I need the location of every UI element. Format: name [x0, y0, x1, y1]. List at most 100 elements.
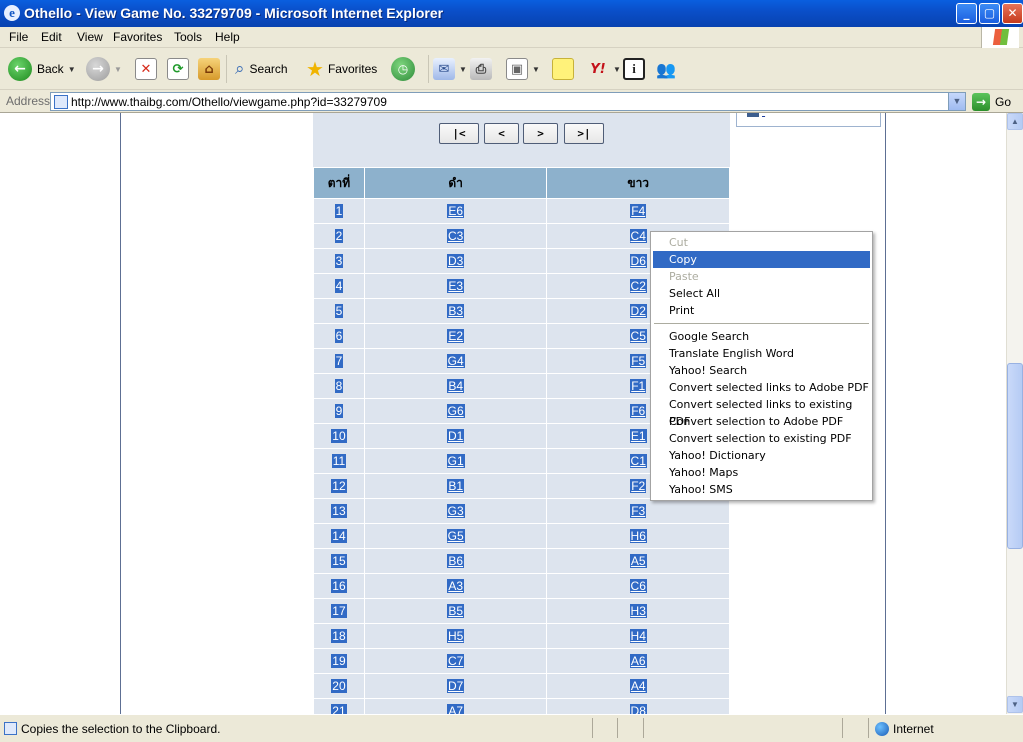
white-move-link[interactable]: A5 [629, 554, 647, 568]
last-move-button[interactable]: >| [564, 123, 604, 144]
ctx-links-existing-pdf[interactable]: Convert selected links to existing PDF [653, 396, 870, 428]
black-move-link[interactable]: G6 [446, 404, 465, 418]
black-move-link[interactable]: E3 [447, 279, 464, 293]
ctx-yahoo-sms[interactable]: Yahoo! SMS [653, 481, 870, 498]
ctx-links-adobe-pdf[interactable]: Convert selected links to Adobe PDF [653, 379, 870, 396]
menu-file[interactable]: File [9, 30, 28, 44]
scroll-thumb[interactable] [1007, 363, 1023, 549]
favorites-button[interactable]: ★ Favorites [306, 55, 377, 83]
next-move-button[interactable]: > [523, 123, 558, 144]
chevron-down-icon[interactable]: ▼ [948, 93, 965, 110]
white-move-link[interactable]: F1 [630, 379, 647, 393]
black-move-link[interactable]: A7 [447, 704, 464, 714]
scroll-down-button[interactable]: ▼ [1007, 696, 1023, 713]
info-button[interactable]: i [623, 55, 645, 83]
ctx-yahoo-maps[interactable]: Yahoo! Maps [653, 464, 870, 481]
white-move-link[interactable]: C4 [629, 229, 647, 243]
address-input[interactable]: http://www.thaibg.com/Othello/viewgame.p… [50, 92, 966, 111]
minimize-button[interactable]: _ [956, 3, 977, 24]
black-move-link[interactable]: E2 [447, 329, 464, 343]
white-move-link[interactable]: D6 [629, 254, 647, 268]
black-move-link[interactable]: B4 [447, 379, 464, 393]
black-move-link[interactable]: C3 [446, 229, 465, 243]
ctx-select-all[interactable]: Select All [653, 285, 870, 302]
notes-button[interactable] [552, 55, 574, 83]
black-move-link[interactable]: B6 [447, 554, 464, 568]
black-move-link[interactable]: A3 [447, 579, 464, 593]
back-button[interactable]: ← Back ▼ [8, 55, 76, 83]
black-move-link[interactable]: C7 [446, 654, 465, 668]
ctx-selection-adobe-pdf[interactable]: Convert selection to Adobe PDF [653, 413, 870, 430]
black-move-link[interactable]: G3 [446, 504, 465, 518]
ctx-google-search[interactable]: Google Search [653, 328, 870, 345]
edit-button[interactable]: ▣ ▼ [506, 55, 540, 83]
white-move-link[interactable]: A6 [629, 654, 647, 668]
maximize-button[interactable]: ▢ [979, 3, 1000, 24]
white-move-link[interactable]: H4 [629, 629, 647, 643]
go-button[interactable]: → Go [972, 92, 1011, 111]
white-move-link[interactable]: E1 [629, 429, 647, 443]
black-move-link[interactable]: D7 [446, 679, 465, 693]
white-move-link[interactable]: F6 [630, 404, 647, 418]
ctx-cut[interactable]: Cut [653, 234, 870, 251]
ctx-print[interactable]: Print [653, 302, 870, 319]
stop-button[interactable]: ✕ [135, 55, 157, 83]
ctx-paste[interactable]: Paste [653, 268, 870, 285]
address-url[interactable]: http://www.thaibg.com/Othello/viewgame.p… [71, 95, 387, 109]
print-button[interactable]: ⎙ [470, 55, 492, 83]
black-move-link[interactable]: B1 [447, 479, 464, 493]
ctx-copy[interactable]: Copy [653, 251, 870, 268]
white-move-link[interactable]: C2 [629, 279, 647, 293]
chevron-down-icon[interactable]: ▼ [532, 65, 540, 74]
side-link[interactable] [762, 113, 765, 118]
close-button[interactable]: ✕ [1002, 3, 1023, 24]
white-move-link[interactable]: D2 [629, 304, 647, 318]
white-move-link[interactable]: F3 [630, 504, 647, 518]
search-button[interactable]: ⌕ Search [226, 55, 288, 83]
first-move-button[interactable]: |< [439, 123, 479, 144]
white-move-link[interactable]: H3 [629, 604, 647, 618]
black-move-link[interactable]: B5 [447, 604, 464, 618]
prev-move-button[interactable]: < [484, 123, 519, 144]
white-move-link[interactable]: A4 [629, 679, 647, 693]
chevron-down-icon[interactable]: ▼ [68, 65, 76, 74]
chevron-down-icon[interactable]: ▼ [114, 65, 122, 74]
scroll-up-button[interactable]: ▲ [1007, 113, 1023, 130]
mail-button[interactable]: ✉ ▼ [428, 55, 467, 83]
menu-favorites[interactable]: Favorites [113, 30, 162, 44]
black-move-link[interactable]: D1 [446, 429, 465, 443]
yahoo-button[interactable]: Y! ▼ [587, 55, 621, 83]
black-move-link[interactable]: G4 [446, 354, 465, 368]
black-move-link[interactable]: B3 [447, 304, 464, 318]
black-move-link[interactable]: E6 [447, 204, 464, 218]
black-move-link[interactable]: D3 [446, 254, 465, 268]
move-number: 8 [334, 379, 344, 393]
refresh-button[interactable]: ⟳ [167, 55, 189, 83]
white-move-link[interactable]: C1 [629, 454, 647, 468]
white-move-link[interactable]: C5 [629, 329, 647, 343]
white-move-link[interactable]: F5 [630, 354, 647, 368]
black-move-link[interactable]: G1 [446, 454, 465, 468]
home-button[interactable]: ⌂ [198, 55, 220, 83]
white-move-link[interactable]: C6 [629, 579, 647, 593]
white-move-link[interactable]: D8 [629, 704, 647, 714]
black-move-link[interactable]: H5 [446, 629, 465, 643]
white-move-link[interactable]: F2 [630, 479, 647, 493]
menu-view[interactable]: View [77, 30, 103, 44]
forward-button[interactable]: → ▼ [86, 55, 122, 83]
history-button[interactable]: ◷ [391, 55, 415, 83]
white-move-link[interactable]: H6 [629, 529, 647, 543]
menu-edit[interactable]: Edit [41, 30, 62, 44]
vertical-scrollbar[interactable]: ▲ ▼ [1006, 113, 1023, 714]
ctx-yahoo-search[interactable]: Yahoo! Search [653, 362, 870, 379]
menu-help[interactable]: Help [215, 30, 240, 44]
messenger-button[interactable]: 👥 [655, 55, 677, 83]
menu-tools[interactable]: Tools [174, 30, 202, 44]
ctx-yahoo-dictionary[interactable]: Yahoo! Dictionary [653, 447, 870, 464]
black-move-link[interactable]: G5 [446, 529, 465, 543]
chevron-down-icon[interactable]: ▼ [459, 65, 467, 74]
white-move-link[interactable]: F4 [630, 204, 647, 218]
chevron-down-icon[interactable]: ▼ [613, 65, 621, 74]
ctx-translate[interactable]: Translate English Word [653, 345, 870, 362]
ctx-selection-existing-pdf[interactable]: Convert selection to existing PDF [653, 430, 870, 447]
